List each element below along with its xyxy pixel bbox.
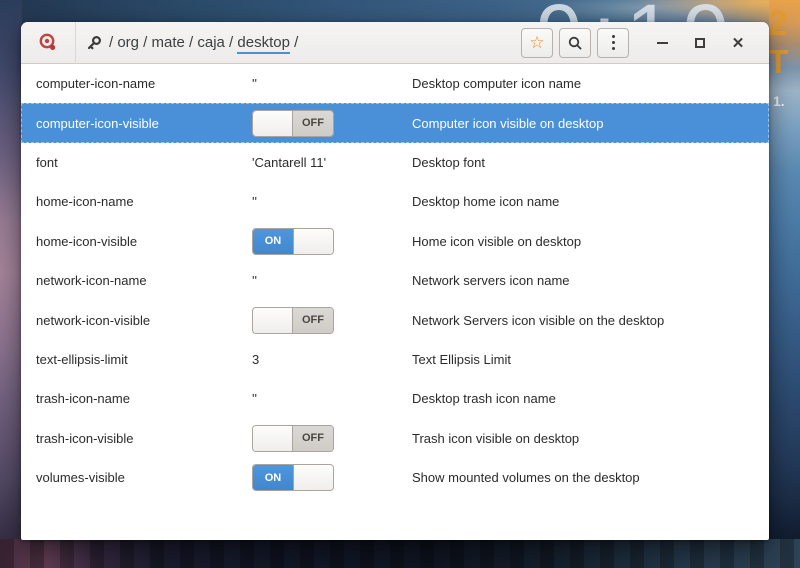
key-description: Network servers icon name: [412, 273, 570, 289]
key-description: Network Servers icon visible on the desk…: [412, 312, 665, 328]
toggle-state-label: ON: [253, 465, 293, 491]
menu-button[interactable]: [597, 27, 629, 58]
key-description: Desktop computer icon name: [412, 76, 582, 92]
toggle-state-label: OFF: [293, 425, 333, 451]
titlebar-divider: [75, 21, 76, 64]
key-name: trash-icon-name: [36, 391, 130, 407]
maximize-button[interactable]: [681, 28, 719, 58]
desktop-date-fragment: T: [768, 43, 789, 80]
key-value: 'Cantarell 11': [252, 154, 327, 170]
settings-row-trash-icon-visible[interactable]: trash-icon-visible OFF Trash icon visible …: [21, 419, 769, 458]
settings-row-text-ellipsis-limit[interactable]: text-ellipsis-limit 3 Text Ellipsis Limit: [21, 340, 769, 379]
toggle-state-label: OFF: [293, 110, 333, 136]
desktop-date-fragment: 2: [768, 4, 788, 43]
search-button[interactable]: [559, 27, 591, 58]
key-description: Text Ellipsis Limit: [412, 351, 511, 367]
key-description: Show mounted volumes on the desktop: [412, 470, 640, 486]
breadcrumb-prefix: / org / mate / caja /: [109, 34, 238, 51]
vertical-dots-icon: [611, 35, 615, 50]
settings-row-trash-icon-name[interactable]: trash-icon-name '' Desktop trash icon name: [21, 379, 769, 418]
dconf-editor-window: / org / mate / caja / desktop / ☆ ✕ comp…: [21, 21, 769, 540]
close-button[interactable]: ✕: [719, 28, 757, 58]
breadcrumb[interactable]: / org / mate / caja / desktop /: [86, 34, 521, 54]
wallpaper-right-strip: [769, 0, 800, 568]
toggle-switch-off[interactable]: OFF: [252, 306, 334, 334]
settings-list: computer-icon-name '' Desktop computer ico…: [21, 64, 769, 497]
breadcrumb-suffix: /: [289, 34, 299, 51]
breadcrumb-path: / org / mate / caja / desktop /: [109, 34, 299, 54]
key-description: Desktop home icon name: [412, 194, 560, 210]
key-description: Home icon visible on desktop: [412, 233, 582, 249]
bookmark-button[interactable]: ☆: [521, 27, 553, 58]
settings-row-volumes-visible[interactable]: volumes-visible ON Show mounted volumes on…: [21, 458, 769, 497]
key-name: network-icon-name: [36, 273, 147, 289]
key-description: Trash icon visible on desktop: [412, 430, 580, 446]
toggle-state-label: ON: [253, 228, 293, 254]
titlebar-buttons: ☆: [521, 27, 629, 58]
key-value: '': [252, 273, 257, 289]
key-description: Desktop trash icon name: [412, 391, 556, 407]
wallpaper-forest-bottom: [0, 539, 800, 568]
settings-row-computer-icon-visible[interactable]: computer-icon-visible OFF Computer icon vi…: [21, 103, 769, 143]
key-name: volumes-visible: [36, 470, 125, 486]
settings-row-computer-icon-name[interactable]: computer-icon-name '' Desktop computer ico…: [21, 64, 769, 103]
maximize-icon: [695, 37, 705, 48]
search-icon: [568, 36, 582, 49]
toggle-handle[interactable]: [253, 425, 293, 451]
window-controls: ✕: [643, 28, 757, 58]
key-name: font: [36, 154, 58, 170]
settings-row-home-icon-name[interactable]: home-icon-name '' Desktop home icon name: [21, 182, 769, 221]
toggle-handle[interactable]: [253, 307, 293, 333]
toggle-switch-on[interactable]: ON: [252, 464, 334, 492]
key-value: '': [252, 194, 257, 210]
settings-row-network-icon-visible[interactable]: network-icon-visible OFF Network Servers i…: [21, 300, 769, 339]
settings-row-home-icon-visible[interactable]: home-icon-visible ON Home icon visible on …: [21, 222, 769, 261]
key-name: trash-icon-visible: [36, 430, 134, 446]
desktop-date-fragment: 1.: [773, 93, 785, 109]
key-name: computer-icon-visible: [36, 115, 159, 131]
close-icon: ✕: [731, 34, 745, 52]
minimize-button[interactable]: [643, 28, 681, 58]
key-name: network-icon-visible: [36, 312, 151, 328]
toggle-handle[interactable]: [253, 110, 293, 136]
key-value: '': [252, 76, 257, 92]
dconf-editor-logo-icon: [35, 30, 61, 56]
toggle-handle[interactable]: [293, 228, 333, 254]
key-description: Desktop font: [412, 154, 485, 170]
star-icon: ☆: [529, 33, 545, 52]
toggle-state-label: OFF: [293, 307, 333, 333]
toggle-switch-off[interactable]: OFF: [252, 109, 334, 137]
titlebar[interactable]: / org / mate / caja / desktop / ☆ ✕: [21, 21, 769, 64]
toggle-switch-off[interactable]: OFF: [252, 424, 334, 452]
toggle-handle[interactable]: [293, 465, 333, 491]
settings-row-network-icon-name[interactable]: network-icon-name '' Network servers icon …: [21, 261, 769, 300]
key-name: home-icon-name: [36, 194, 134, 210]
key-description: Computer icon visible on desktop: [412, 115, 604, 131]
minimize-icon: [656, 41, 668, 44]
wallpaper-left-strip: [0, 0, 22, 568]
breadcrumb-current-segment[interactable]: desktop: [237, 34, 290, 54]
key-name: computer-icon-name: [36, 76, 156, 92]
key-name: home-icon-visible: [36, 233, 138, 249]
key-name: text-ellipsis-limit: [36, 351, 128, 367]
key-icon: [87, 35, 102, 49]
toggle-switch-on[interactable]: ON: [252, 227, 334, 255]
settings-row-font[interactable]: font 'Cantarell 11' Desktop font: [21, 143, 769, 182]
key-value: '': [252, 391, 257, 407]
key-value: 3: [252, 351, 260, 367]
